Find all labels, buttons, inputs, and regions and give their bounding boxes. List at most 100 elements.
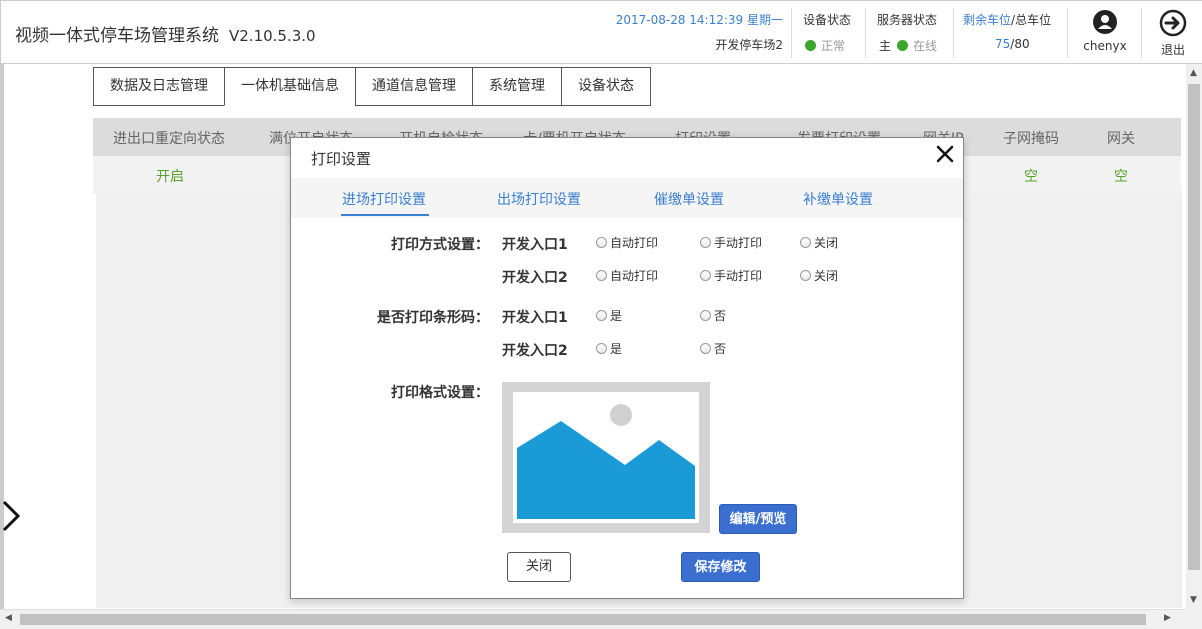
- column-header: 进出口重定向状态: [113, 131, 225, 147]
- tab-channel-info[interactable]: 通道信息管理: [355, 67, 473, 106]
- header-divider: [1067, 8, 1068, 58]
- horizontal-scrollbar[interactable]: ◀ ▶: [0, 609, 1186, 629]
- radio-manual-print-1[interactable]: 手动打印: [700, 234, 762, 251]
- dialog-tabs: 进场打印设置 出场打印设置 催缴单设置 补缴单设置: [291, 178, 963, 218]
- close-icon[interactable]: [933, 142, 957, 170]
- main-tabs: 数据及日志管理 一体机基础信息 通道信息管理 系统管理 设备状态: [93, 67, 651, 106]
- user-icon: [1093, 10, 1117, 34]
- status-dot-icon: [805, 40, 816, 51]
- active-tab-indicator: [341, 214, 429, 216]
- server-role: 主: [879, 39, 892, 53]
- column-header: 子网掩码: [1003, 131, 1059, 147]
- radio-label: 手动打印: [714, 236, 763, 250]
- radio-label: 否: [714, 342, 727, 356]
- radio-icon: [596, 310, 607, 321]
- logout-icon: [1159, 9, 1187, 37]
- radio-icon: [596, 237, 607, 248]
- app-title: 视频一体式停车场管理系统 V2.10.5.3.0: [15, 21, 316, 46]
- radio-manual-print-2[interactable]: 手动打印: [700, 267, 762, 284]
- horizontal-scroll-thumb[interactable]: [20, 614, 1146, 625]
- radio-label: 自动打印: [610, 236, 659, 250]
- parking-lot-name: 开发停车场2: [715, 38, 783, 52]
- radio-label: 手动打印: [714, 269, 763, 283]
- scroll-left-icon[interactable]: ◀: [5, 613, 12, 623]
- subnet-cell: 空: [1024, 169, 1038, 185]
- entrance-label: 开发入口2: [502, 343, 568, 359]
- radio-barcode-no-2[interactable]: 否: [700, 340, 726, 357]
- device-status-block[interactable]: 设备状态 正常: [791, 1, 865, 64]
- device-status-indicator: 正常: [805, 37, 845, 54]
- server-status-block[interactable]: 服务器状态 主 在线: [865, 1, 953, 64]
- tab-supplement[interactable]: 补缴单设置: [803, 189, 873, 209]
- left-chevron-icon[interactable]: [0, 498, 24, 538]
- capacity-label: 剩余车位/总车位: [963, 11, 1051, 28]
- radio-icon: [700, 270, 711, 281]
- print-settings-dialog: 打印设置 进场打印设置 出场打印设置 催缴单设置 补缴单设置 打印方式设置： 开…: [290, 137, 964, 599]
- capacity-value: 75/80: [995, 37, 1030, 51]
- app-name: 视频一体式停车场管理系统: [15, 26, 219, 46]
- vertical-scrollbar[interactable]: ▲ ▼: [1186, 64, 1202, 609]
- radio-barcode-no-1[interactable]: 否: [700, 307, 726, 324]
- capacity-total-label: 总车位: [1015, 13, 1052, 27]
- radio-auto-print-1[interactable]: 自动打印: [596, 234, 658, 251]
- status-dot-icon: [897, 40, 909, 51]
- entrance-label: 开发入口1: [502, 310, 568, 326]
- radio-icon: [700, 310, 711, 321]
- radio-label: 是: [610, 309, 623, 323]
- redirect-status-cell: 开启: [156, 169, 184, 185]
- radio-auto-print-2[interactable]: 自动打印: [596, 267, 658, 284]
- radio-off-2[interactable]: 关闭: [800, 267, 838, 284]
- radio-barcode-yes-2[interactable]: 是: [596, 340, 622, 357]
- server-status-value: 在线: [913, 39, 938, 53]
- radio-label: 自动打印: [610, 269, 659, 283]
- app-version: V2.10.5.3.0: [229, 27, 316, 45]
- column-header: 网关: [1107, 131, 1135, 147]
- radio-icon: [596, 343, 607, 354]
- radio-icon: [800, 237, 811, 248]
- scrollbar-corner: [1186, 609, 1202, 629]
- logout-button[interactable]: 退出: [1149, 9, 1197, 58]
- scroll-down-icon[interactable]: ▼: [1190, 595, 1197, 605]
- entrance-label: 开发入口1: [502, 237, 568, 253]
- radio-off-1[interactable]: 关闭: [800, 234, 838, 251]
- dialog-title: 打印设置: [311, 150, 372, 168]
- radio-label: 关闭: [814, 236, 839, 250]
- tab-entry-print[interactable]: 进场打印设置: [342, 189, 426, 209]
- barcode-label: 是否打印条形码：: [377, 310, 489, 326]
- header-divider: [1141, 8, 1142, 58]
- edit-preview-button[interactable]: 编辑/预览: [719, 504, 797, 534]
- vertical-scroll-thumb[interactable]: [1188, 84, 1200, 570]
- print-format-label: 打印格式设置：: [391, 385, 489, 401]
- tab-exit-print[interactable]: 出场打印设置: [497, 189, 581, 209]
- server-status-label: 服务器状态: [877, 13, 938, 27]
- datetime-block: 2017-08-28 14:12:39 星期一 开发停车场2: [561, 1, 783, 64]
- gateway-cell: 空: [1114, 169, 1128, 185]
- datetime: 2017-08-28 14:12:39 星期一: [615, 13, 783, 27]
- capacity-remaining: 75: [995, 37, 1011, 51]
- radio-label: 是: [610, 342, 623, 356]
- tab-reminder[interactable]: 催缴单设置: [654, 189, 724, 209]
- capacity-total: 80: [1014, 37, 1030, 51]
- scroll-right-icon[interactable]: ▶: [1164, 613, 1171, 623]
- radio-label: 关闭: [814, 269, 839, 283]
- logout-label: 退出: [1160, 43, 1185, 57]
- scroll-up-icon[interactable]: ▲: [1190, 68, 1197, 78]
- server-status-indicator: 主 在线: [879, 37, 937, 54]
- tab-data-log[interactable]: 数据及日志管理: [93, 67, 225, 106]
- tab-device-status[interactable]: 设备状态: [561, 67, 651, 106]
- radio-barcode-yes-1[interactable]: 是: [596, 307, 622, 324]
- close-button[interactable]: 关闭: [507, 552, 571, 582]
- app-header: 视频一体式停车场管理系统 V2.10.5.3.0 2017-08-28 14:12…: [0, 0, 1202, 64]
- save-button[interactable]: 保存修改: [681, 552, 760, 582]
- device-status-label: 设备状态: [803, 13, 852, 27]
- capacity-remaining-label: 剩余车位: [963, 13, 1012, 27]
- user-button[interactable]: chenyx: [1077, 9, 1133, 53]
- tab-system[interactable]: 系统管理: [472, 67, 562, 106]
- image-placeholder-icon: [513, 392, 699, 523]
- radio-icon: [700, 237, 711, 248]
- device-status-value: 正常: [821, 39, 846, 53]
- entrance-label: 开发入口2: [502, 270, 568, 286]
- tab-basic-info[interactable]: 一体机基础信息: [224, 67, 356, 106]
- radio-icon: [596, 270, 607, 281]
- radio-icon: [800, 270, 811, 281]
